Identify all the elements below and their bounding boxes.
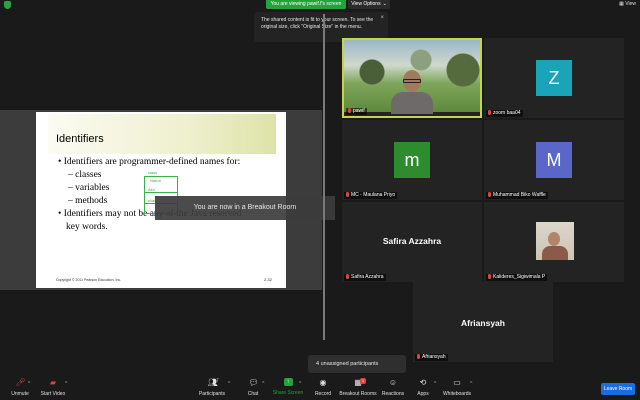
muted-mic-icon [348, 108, 351, 113]
muted-mic-icon [346, 192, 349, 197]
participant-tile-pawif[interactable]: pawif [342, 38, 482, 118]
close-icon[interactable]: × [380, 15, 384, 22]
breakout-room-notice: You are now in a Breakout Room [155, 196, 335, 220]
chevron-down-icon: ⌄ [382, 1, 387, 7]
muted-mic-icon [488, 192, 491, 197]
slide-copyright: Copyright © 2011 Pearson Education, Inc. [56, 278, 122, 282]
slide-subitem: – methods [68, 196, 108, 206]
slide-subitem: – variables [68, 183, 110, 193]
breakout-rooms-label: Breakout Rooms [339, 391, 377, 397]
breakout-rooms-button[interactable]: ▦ 1 Breakout Rooms [338, 378, 378, 400]
participants-label: Participants [198, 391, 226, 397]
apps-icon: ⟲ [419, 378, 427, 387]
participant-name: zoom baa04 [486, 110, 523, 117]
slide-page-number: 2-32 [263, 277, 272, 282]
participant-big-name: Safira Azzahra [382, 236, 442, 246]
muted-mic-icon [417, 354, 420, 359]
meeting-toolbar: 🎤︎ Unmute ^ ▰ Start Video ^ 👥︎ Participa… [0, 376, 640, 400]
whiteboard-icon: ▭ [453, 378, 461, 387]
chevron-up-icon[interactable]: ^ [262, 381, 264, 387]
chat-icon: 💬︎ [248, 378, 259, 387]
unassigned-participants-notice[interactable]: 4 unassigned participants [308, 355, 406, 373]
record-button[interactable]: ◉ Record [303, 378, 343, 400]
participant-big-name: Afriansyah [461, 318, 505, 328]
participant-tile-kalideres[interactable]: Kalideres_Sigiwimala P [484, 202, 624, 282]
chevron-up-icon[interactable]: ^ [299, 381, 301, 387]
share-screen-icon: ↑ [283, 378, 293, 386]
view-options-button[interactable]: View Options ⌄ [348, 0, 390, 9]
avatar: Z [536, 60, 572, 96]
participant-name: Muhammad Biko Waffle [486, 192, 548, 199]
participant-name: pawif [346, 108, 367, 115]
slide-title: Identifiers [56, 133, 104, 145]
mic-muted-icon: 🎤︎ [15, 378, 26, 387]
video-off-icon: ▰ [49, 378, 57, 387]
top-bar: You are viewing pawif.f's screen View Op… [0, 0, 640, 10]
view-button[interactable]: ▦ View [619, 1, 636, 7]
notification-badge: 1 [360, 378, 366, 384]
share-screen-label: Share Screen [272, 390, 304, 396]
participant-count: 7 [216, 378, 219, 384]
leave-room-button[interactable]: Leave Room [601, 383, 635, 395]
avatar: m [394, 142, 430, 178]
participant-name: Afriansyah [415, 354, 448, 361]
view-options-label: View Options [351, 1, 381, 7]
participants-button[interactable]: 👥︎ Participants [192, 378, 232, 400]
chevron-up-icon[interactable]: ^ [434, 381, 436, 387]
chat-button[interactable]: 💬︎ Chat [233, 378, 273, 400]
record-icon: ◉ [319, 378, 327, 387]
participant-name: Safira Azzahra [344, 274, 386, 281]
muted-mic-icon [488, 110, 491, 115]
muted-mic-icon [346, 274, 349, 279]
participant-tile-zoom-baa04[interactable]: Z zoom baa04 [484, 38, 624, 118]
slide-bullet-2-cont: key words. [66, 222, 108, 232]
record-label: Record [314, 391, 332, 397]
start-video-label: Start Video [40, 391, 66, 397]
participant-video [344, 40, 480, 114]
shield-icon[interactable] [4, 1, 11, 9]
participant-tile-biko[interactable]: M Muhammad Biko Waffle [484, 120, 624, 200]
avatar: M [536, 142, 572, 178]
annotation-text: class [148, 170, 158, 175]
chevron-up-icon[interactable]: ^ [228, 381, 230, 387]
participant-tile-afriansyah[interactable]: Afriansyah Afriansyah [413, 282, 553, 362]
tooltip-text: The shared content is fit to your screen… [261, 17, 374, 30]
viewing-screen-pill: You are viewing pawif.f's screen [266, 0, 346, 9]
chevron-up-icon[interactable]: ^ [28, 381, 30, 387]
participant-tile-safira[interactable]: Safira Azzahra Safira Azzahra [342, 202, 482, 282]
view-label: View [625, 1, 636, 7]
chevron-up-icon[interactable]: ^ [470, 381, 472, 387]
participant-name: MC - Maulana Priyo [344, 192, 398, 199]
annotation-text: Nama [150, 178, 161, 183]
chat-label: Chat [247, 391, 259, 397]
muted-mic-icon [488, 274, 491, 279]
annotation-text: Alm [148, 187, 155, 192]
participant-person [391, 70, 433, 114]
whiteboards-label: Whiteboards [442, 391, 472, 397]
slide-subitem: – classes [68, 170, 102, 180]
participant-video [536, 222, 574, 260]
participant-tile-maulana[interactable]: m MC - Maulana Priyo [342, 120, 482, 200]
reactions-icon: ☺ [388, 378, 398, 387]
chevron-up-icon[interactable]: ^ [65, 381, 67, 387]
split-view-divider[interactable] [323, 14, 325, 340]
slide-bullet-1: • Identifiers are programmer-defined nam… [58, 157, 241, 167]
participant-name: Kalideres_Sigiwimala P [486, 274, 548, 281]
share-screen-button[interactable]: ↑ Share Screen [268, 378, 308, 400]
